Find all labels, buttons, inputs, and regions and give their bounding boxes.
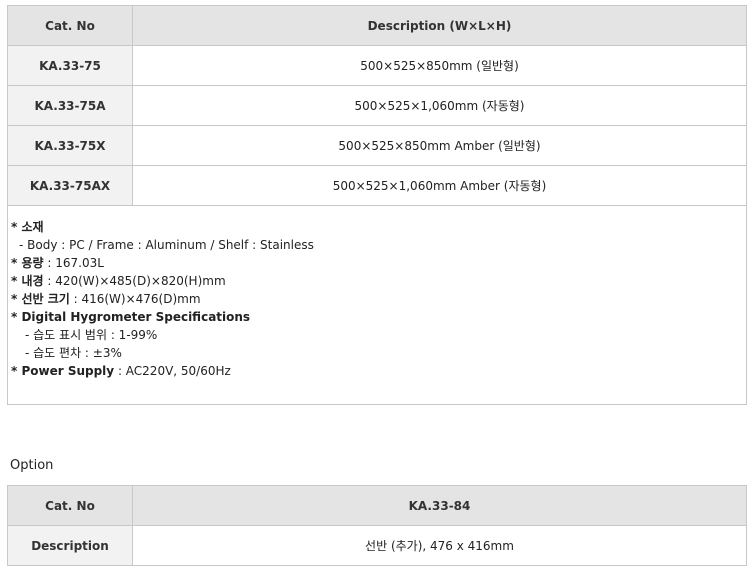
header-cat-no: Cat. No [7,5,133,46]
spec-capacity-value: : 167.03L [43,256,104,270]
cat-no-cell: KA.33-75A [7,85,133,126]
description-cell: 500×525×850mm Amber (일반형) [132,125,747,166]
description-cell: 500×525×850mm (일반형) [132,45,747,86]
option-row-cat-no: Cat. No KA.33-84 [7,485,747,526]
table-row: KA.33-75 500×525×850mm (일반형) [7,45,747,86]
spec-material-key: * 소재 [11,220,44,234]
table-header-row: Cat. No Description (W×L×H) [7,5,747,46]
option-key-description: Description [7,525,133,566]
spec-hygrometer-deviation: - 습도 편차 : ±3% [25,346,122,360]
spec-material: * 소재 [11,218,746,236]
table-row: KA.33-75AX 500×525×1,060mm Amber (자동형) [7,165,747,206]
description-cell: 500×525×1,060mm Amber (자동형) [132,165,747,206]
specs-row: * 소재 - Body : PC / Frame : Aluminum / Sh… [7,205,747,405]
spec-inner-key: * 내경 [11,274,44,288]
option-value-description: 선반 (추가), 476 x 416mm [132,525,747,566]
spec-hygrometer: * Digital Hygrometer Specifications [11,308,746,326]
spec-inner-value: : 420(W)×485(D)×820(H)mm [43,274,226,288]
cat-no-cell: KA.33-75 [7,45,133,86]
option-table: Cat. No KA.33-84 Description 선반 (추가), 47… [7,485,747,566]
header-description: Description (W×L×H) [132,5,747,46]
spec-shelf: * 선반 크기 : 416(W)×476(D)mm [11,290,746,308]
option-row-description: Description 선반 (추가), 476 x 416mm [7,525,747,566]
spec-power: * Power Supply : AC220V, 50/60Hz [11,362,746,380]
spec-hygrometer-range: - 습도 표시 범위 : 1-99% [25,328,158,342]
specs-cell: * 소재 - Body : PC / Frame : Aluminum / Sh… [7,205,747,405]
product-table: Cat. No Description (W×L×H) KA.33-75 500… [7,5,747,405]
spec-inner: * 내경 : 420(W)×485(D)×820(H)mm [11,272,746,290]
option-value-cat-no: KA.33-84 [132,485,747,526]
spec-power-key: * Power Supply [11,364,115,378]
option-key-cat-no: Cat. No [7,485,133,526]
spec-capacity-key: * 용량 [11,256,44,270]
spec-capacity: * 용량 : 167.03L [11,254,746,272]
description-cell: 500×525×1,060mm (자동형) [132,85,747,126]
cat-no-cell: KA.33-75AX [7,165,133,206]
cat-no-cell: KA.33-75X [7,125,133,166]
spec-power-value: : AC220V, 50/60Hz [114,364,231,378]
spec-shelf-key: * 선반 크기 [11,292,70,306]
table-row: KA.33-75X 500×525×850mm Amber (일반형) [7,125,747,166]
option-title: Option [10,458,54,473]
spec-shelf-value: : 416(W)×476(D)mm [69,292,201,306]
spec-hygrometer-key: * Digital Hygrometer Specifications [11,310,251,324]
spec-material-detail: - Body : PC / Frame : Aluminum / Shelf :… [19,238,314,252]
table-row: KA.33-75A 500×525×1,060mm (자동형) [7,85,747,126]
